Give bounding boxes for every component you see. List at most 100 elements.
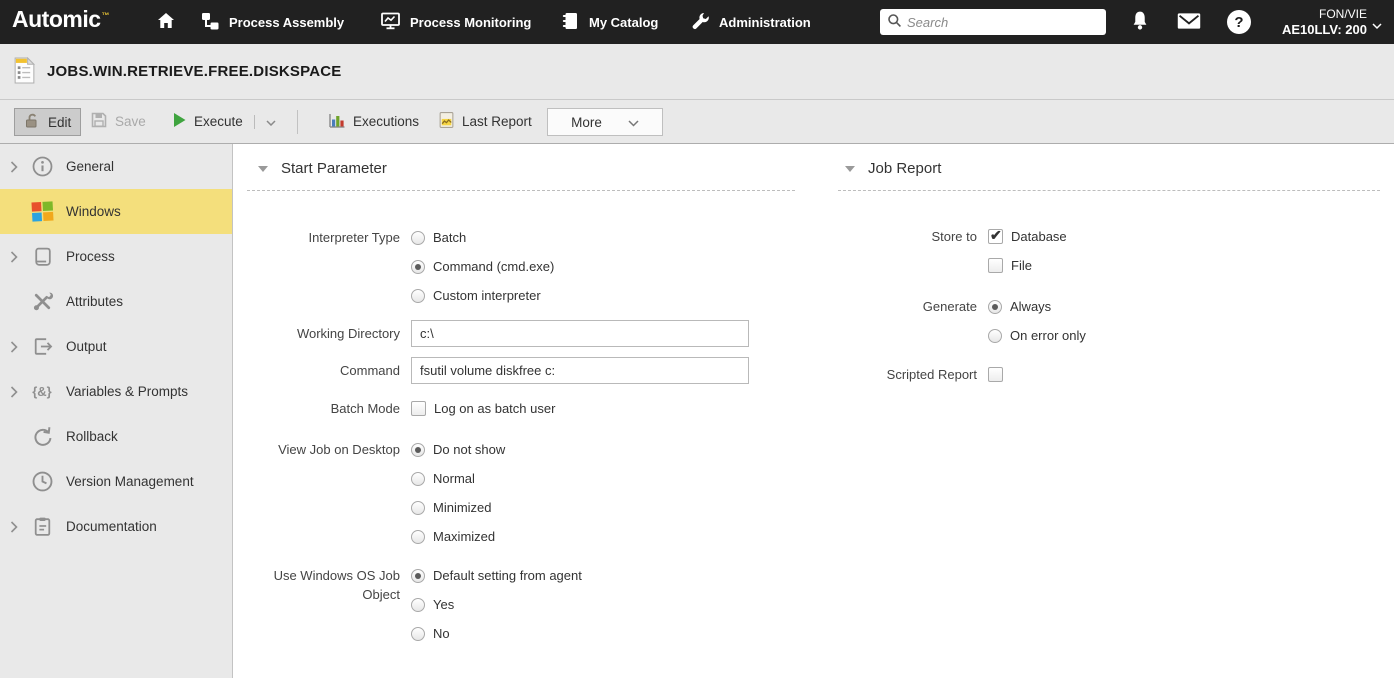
field-label: View Job on Desktop (278, 442, 400, 457)
home-icon (156, 11, 176, 34)
sidebar-item-output[interactable]: Output (0, 324, 232, 369)
checkbox-unchecked (411, 401, 426, 416)
notifications-button[interactable] (1129, 0, 1151, 44)
help-icon: ? (1227, 10, 1251, 34)
use-windows-os-job-object-group: Use Windows OS Job Object Default settin… (233, 561, 582, 648)
radio-option-no[interactable]: No (411, 619, 582, 648)
checkbox-option-file[interactable]: File (988, 251, 1067, 280)
radio-unchecked (411, 288, 425, 303)
more-chevron-down-icon (628, 115, 639, 130)
executions-chart-icon (328, 112, 346, 132)
my-catalog-icon (560, 11, 580, 34)
radio-option-default-setting-from-agent[interactable]: Default setting from agent (411, 561, 582, 590)
clock-icon (30, 470, 54, 494)
nav-administration[interactable]: Administration (690, 0, 811, 44)
chevron-right-icon[interactable] (10, 385, 26, 398)
checkbox-option-log-on-as-batch-user[interactable]: Log on as batch user (411, 394, 555, 423)
radio-checked (988, 299, 1002, 314)
collapse-triangle-icon[interactable] (258, 165, 268, 172)
field-label: Working Directory (296, 326, 400, 341)
radio-checked (411, 568, 425, 583)
nav-process-monitoring[interactable]: Process Monitoring (380, 0, 531, 44)
execute-split-divider (253, 114, 255, 129)
execute-dropdown-chevron-icon[interactable] (266, 114, 276, 129)
client-session-selector[interactable]: FON/VIE AE10LLV: 200 (1272, 6, 1367, 38)
toolbar-divider (297, 110, 298, 134)
object-name-title: JOBS.WIN.RETRIEVE.FREE.DISKSPACE (47, 63, 342, 80)
edit-button[interactable]: Edit (14, 108, 82, 136)
search-input[interactable] (907, 14, 1099, 30)
more-dropdown-button[interactable]: More (547, 108, 663, 136)
process-assembly-icon (200, 11, 220, 34)
global-search (880, 9, 1106, 35)
radio-option-command[interactable]: Command (cmd.exe) (411, 252, 554, 281)
client-connection: AE10LLV: 200 (1281, 22, 1367, 37)
home-button[interactable] (156, 0, 176, 44)
store-to-group: Store to Database File (838, 222, 1067, 280)
radio-option-minimized[interactable]: Minimized (411, 493, 505, 522)
field-label: Use Windows OS Job Object (273, 568, 400, 602)
radio-option-maximized[interactable]: Maximized (411, 522, 505, 551)
execute-button[interactable]: Execute (172, 100, 276, 143)
checkbox-checked (988, 227, 1003, 244)
sidebar-item-process[interactable]: Process (0, 234, 232, 279)
generate-group: Generate Always On error only (838, 292, 1086, 350)
last-report-icon (438, 111, 455, 132)
chevron-right-icon[interactable] (10, 160, 26, 173)
administration-wrench-icon (690, 11, 710, 34)
process-script-icon (30, 245, 54, 269)
sidebar-item-windows[interactable]: Windows (0, 189, 232, 234)
radio-option-custom-interpreter[interactable]: Custom interpreter (411, 281, 554, 310)
radio-unchecked (411, 529, 425, 544)
client-chevron-down-icon[interactable] (1372, 18, 1382, 33)
radio-checked (411, 442, 425, 457)
radio-option-normal[interactable]: Normal (411, 464, 505, 493)
section-title: Job Report (868, 160, 942, 177)
command-input[interactable] (411, 357, 749, 384)
field-label: Generate (922, 299, 977, 314)
radio-option-do-not-show[interactable]: Do not show (411, 435, 505, 464)
trademark-symbol: ™ (101, 11, 110, 21)
sidebar-item-general[interactable]: General (0, 144, 232, 189)
sidebar-item-rollback[interactable]: Rollback (0, 414, 232, 459)
object-sections-sidebar: General Windows Process Attributes Outpu… (0, 144, 233, 678)
envelope-icon (1176, 10, 1202, 35)
section-divider (838, 190, 1380, 191)
help-button[interactable]: ? (1227, 0, 1251, 44)
radio-unchecked (411, 597, 425, 612)
radio-option-on-error-only[interactable]: On error only (988, 321, 1086, 350)
executions-button[interactable]: Executions (328, 100, 419, 143)
messages-button[interactable] (1176, 0, 1202, 44)
radio-unchecked (411, 471, 425, 486)
collapse-triangle-icon[interactable] (845, 165, 855, 172)
save-button[interactable]: Save (90, 100, 146, 143)
bell-icon (1129, 10, 1151, 35)
sidebar-item-attributes[interactable]: Attributes (0, 279, 232, 324)
field-label: Interpreter Type (308, 230, 400, 245)
sidebar-item-version-management[interactable]: Version Management (0, 459, 232, 504)
checkbox-option-scripted-report[interactable] (988, 360, 1003, 389)
radio-option-always[interactable]: Always (988, 292, 1086, 321)
chevron-right-icon[interactable] (10, 340, 26, 353)
checkbox-option-database[interactable]: Database (988, 222, 1067, 251)
chevron-right-icon[interactable] (10, 520, 26, 533)
info-icon (30, 155, 54, 179)
last-report-button[interactable]: Last Report (438, 100, 532, 143)
radio-unchecked (988, 328, 1002, 343)
radio-unchecked (411, 500, 425, 515)
nav-label: Process Assembly (229, 14, 345, 30)
chevron-right-icon[interactable] (10, 250, 26, 263)
radio-checked (411, 259, 425, 274)
sidebar-item-variables-prompts[interactable]: {&} Variables & Prompts (0, 369, 232, 414)
action-toolbar: Edit Save Execute Executions Last Report… (0, 100, 1394, 144)
nav-label: Process Monitoring (410, 14, 532, 30)
section-title: Start Parameter (281, 160, 387, 177)
form-content-area: Start Parameter Interpreter Type Batch C… (233, 144, 1394, 678)
start-parameter-section-header: Start Parameter (258, 160, 387, 177)
working-directory-input[interactable] (411, 320, 749, 347)
nav-process-assembly[interactable]: Process Assembly (200, 0, 344, 44)
radio-option-batch[interactable]: Batch (411, 223, 554, 252)
sidebar-item-documentation[interactable]: Documentation (0, 504, 232, 549)
nav-my-catalog[interactable]: My Catalog (560, 0, 658, 44)
radio-option-yes[interactable]: Yes (411, 590, 582, 619)
